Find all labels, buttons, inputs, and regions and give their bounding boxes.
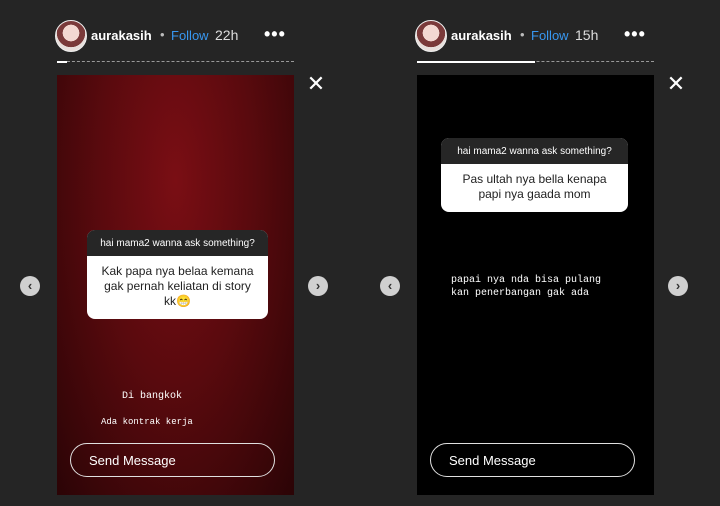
answer-line-1: Di bangkok [122,391,183,402]
story-header: aurakasih • Follow 22h ••• [55,20,295,52]
next-story-button[interactable]: › [668,276,688,296]
story-progress-bar [417,61,654,64]
chevron-left-icon: ‹ [27,278,33,293]
username[interactable]: aurakasih [91,28,152,43]
story-content[interactable]: hai mama2 wanna ask something? Kak papa … [57,75,294,495]
more-options-icon[interactable]: ••• [624,24,646,45]
question-title: hai mama2 wanna ask something? [441,138,628,164]
chevron-left-icon: ‹ [387,278,393,293]
chevron-right-icon: › [315,278,321,293]
story-panel-right: ‹ aurakasih • Follow 15h ••• hai mama2 w… [360,0,720,506]
story-progress-bar [57,61,294,64]
separator-dot: • [160,27,165,42]
question-text: Kak papa nya belaa kemana gak pernah kel… [101,264,254,308]
story-panel-left: ‹ aurakasih • Follow 22h ••• hai mama2 w… [0,0,360,506]
timestamp: 15h [575,27,599,43]
prev-story-button[interactable]: ‹ [20,276,40,296]
send-message-input[interactable]: Send Message [70,443,275,477]
close-icon[interactable]: ✕ [666,73,686,95]
follow-button[interactable]: Follow [531,28,569,43]
avatar[interactable] [415,20,447,52]
question-sticker: hai mama2 wanna ask something? Kak papa … [87,230,268,319]
story-content[interactable]: hai mama2 wanna ask something? Pas ultah… [417,75,654,495]
username[interactable]: aurakasih [451,28,512,43]
more-options-icon[interactable]: ••• [264,24,286,45]
question-text: Pas ultah nya bella kenapa papi nya gaad… [462,172,607,201]
chevron-right-icon: › [675,278,681,293]
answer-line-2: Ada kontrak kerja [101,417,193,427]
follow-button[interactable]: Follow [171,28,209,43]
close-icon[interactable]: ✕ [306,73,326,95]
timestamp: 22h [215,27,239,43]
story-header: aurakasih • Follow 15h ••• [415,20,655,52]
progress-filled [417,61,535,63]
next-story-button[interactable]: › [308,276,328,296]
question-sticker: hai mama2 wanna ask something? Pas ultah… [441,138,628,212]
avatar[interactable] [55,20,87,52]
send-message-input[interactable]: Send Message [430,443,635,477]
question-title: hai mama2 wanna ask something? [87,230,268,256]
prev-story-button[interactable]: ‹ [380,276,400,296]
separator-dot: • [520,27,525,42]
answer-text: papai nya nda bisa pulang kan penerbanga… [451,275,602,299]
progress-filled [57,61,67,63]
